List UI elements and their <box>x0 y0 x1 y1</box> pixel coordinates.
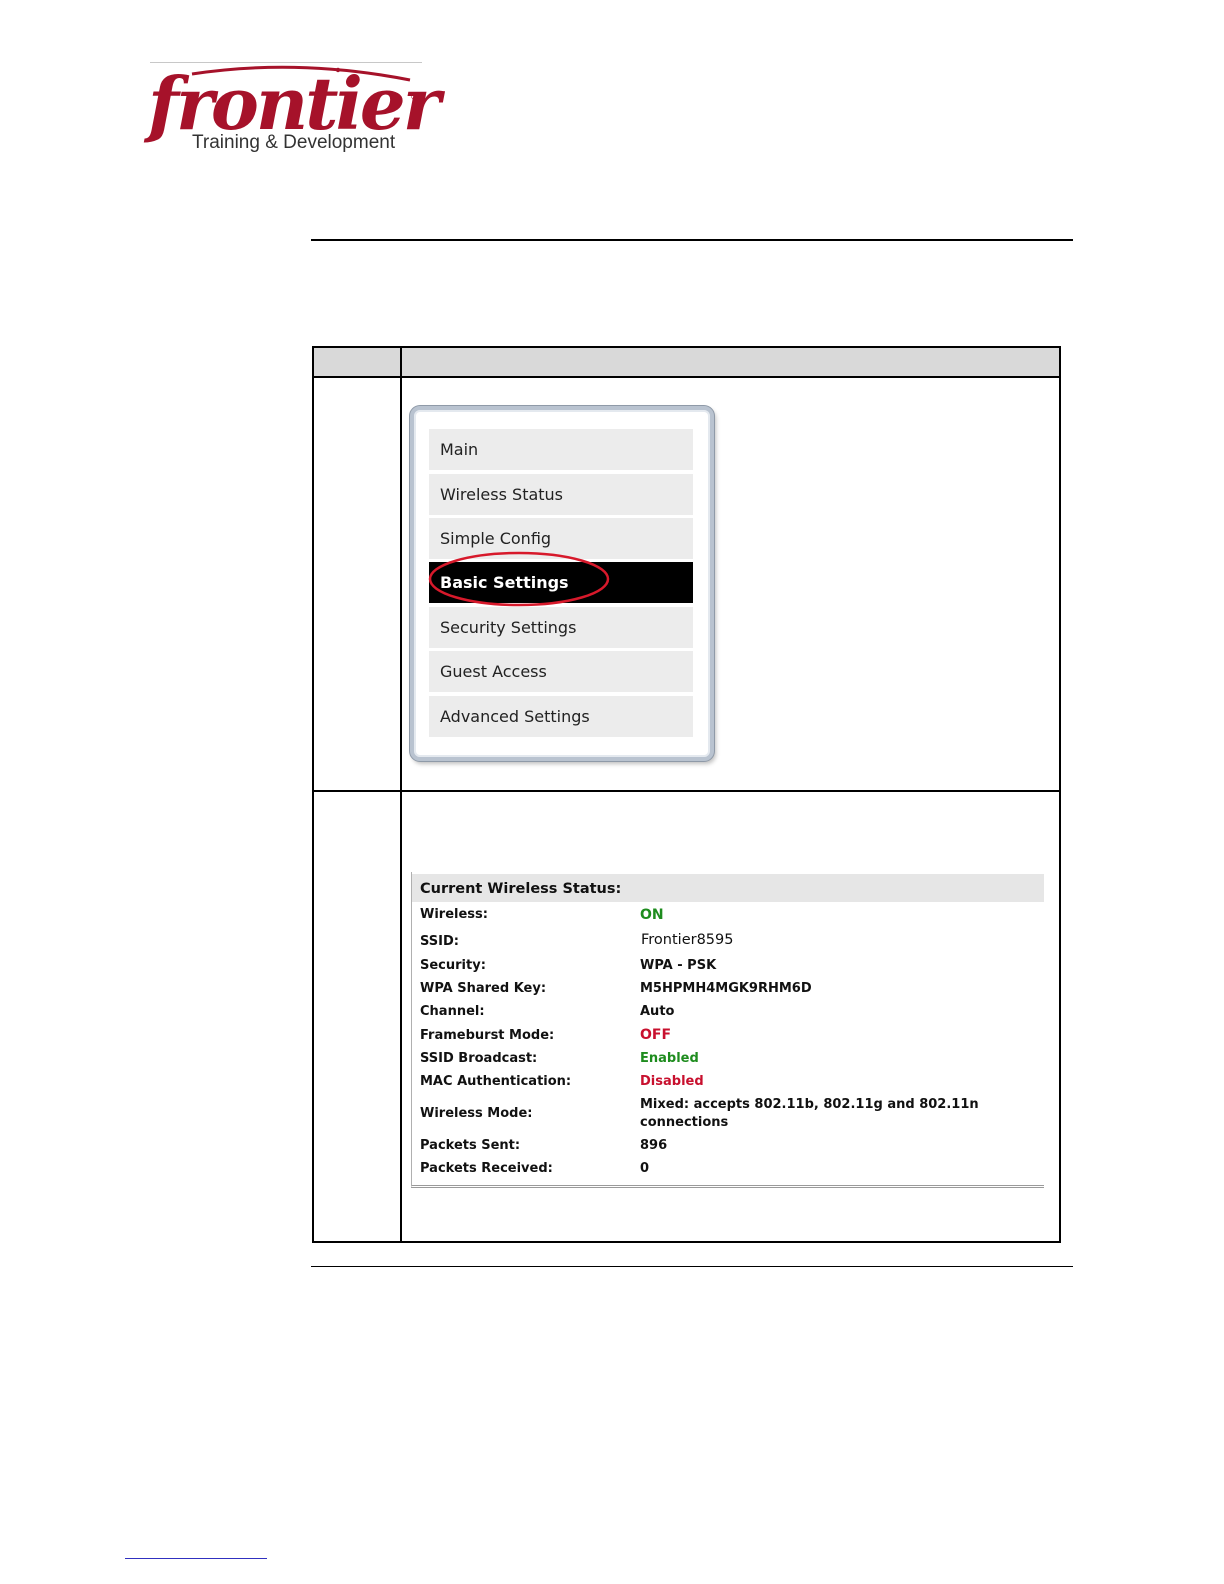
status-value-channel: Auto <box>640 1004 675 1019</box>
status-value-packets-received: 0 <box>640 1161 650 1176</box>
menu-item-main[interactable]: Main <box>429 429 693 470</box>
status-label-wireless: Wireless: <box>420 907 488 922</box>
highlight-oval <box>428 551 610 607</box>
status-value-wireless: ON <box>640 907 664 923</box>
logo-tagline: Training & Development <box>192 132 396 153</box>
menu-item-advanced-settings[interactable]: Advanced Settings <box>429 696 693 737</box>
logo-registered-mark: ® <box>410 92 420 103</box>
status-label-mac-auth: MAC Authentication: <box>420 1074 572 1089</box>
table-column-divider <box>400 348 402 1241</box>
status-label-wpa-key: WPA Shared Key: <box>420 981 547 996</box>
table-header-row <box>314 348 1059 378</box>
menu-item-wireless-status[interactable]: Wireless Status <box>429 474 693 515</box>
footer-rule <box>311 1266 1073 1267</box>
status-label-wireless-mode: Wireless Mode: <box>420 1106 533 1121</box>
menu-item-guest-access[interactable]: Guest Access <box>429 651 693 692</box>
status-value-security: WPA - PSK <box>640 958 717 973</box>
status-value-ssid: Frontier8595 <box>641 932 734 948</box>
footer-link-underline[interactable] <box>125 1558 267 1559</box>
status-value-ssid-broadcast: Enabled <box>640 1051 699 1066</box>
status-value-wireless-mode: Mixed: accepts 802.11b, 802.11g and 802.… <box>640 1097 979 1112</box>
status-title: Current Wireless Status: <box>412 874 1044 902</box>
status-label-channel: Channel: <box>420 1004 485 1019</box>
menu-item-security-settings[interactable]: Security Settings <box>429 607 693 648</box>
status-label-packets-received: Packets Received: <box>420 1161 553 1176</box>
status-value-wireless-mode-cont: connections <box>640 1115 729 1130</box>
status-label-packets-sent: Packets Sent: <box>420 1138 521 1153</box>
table-row-divider <box>314 790 1059 792</box>
header-rule <box>311 239 1073 241</box>
status-value-mac-auth: Disabled <box>640 1074 704 1089</box>
status-value-wpa-key: M5HPMH4MGK9RHM6D <box>640 981 812 996</box>
frontier-logo: frontier ® Training & Development <box>148 62 441 158</box>
status-label-security: Security: <box>420 958 486 973</box>
status-label-ssid: SSID: <box>420 934 459 949</box>
status-value-packets-sent: 896 <box>640 1138 668 1153</box>
status-label-ssid-broadcast: SSID Broadcast: <box>420 1051 538 1066</box>
status-label-frameburst: Frameburst Mode: <box>420 1028 555 1043</box>
status-value-frameburst: OFF <box>640 1027 672 1043</box>
wireless-status-panel: Current Wireless Status: Wireless: ON SS… <box>411 872 1044 1188</box>
